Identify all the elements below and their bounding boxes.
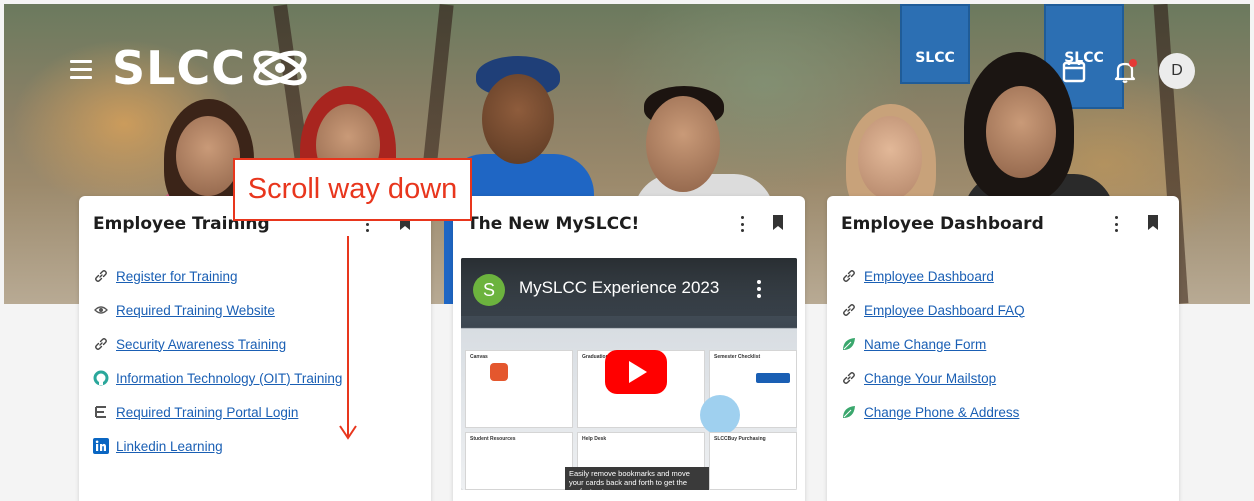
portal-e-icon [93,404,109,420]
card-new-myslcc: The New MySLCC! Canvas Graduation Semest… [453,196,805,501]
badge-icon [93,302,109,318]
card-employee-training: Employee Training Register for Training … [79,196,431,501]
list-item: Information Technology (OIT) Training [93,361,342,395]
user-avatar[interactable]: D [1159,53,1195,89]
video-tile: Student Resources [465,432,573,490]
hero-person [646,96,720,192]
video-tile: Semester Checklist [700,350,797,435]
list-item: Linkedin Learning [93,429,342,463]
link-list: Employee Dashboard Employee Dashboard FA… [841,259,1025,429]
video-tile: SLCCBuy Purchasing [709,432,797,490]
hero-person [482,74,554,164]
arrow-down-icon [339,236,357,440]
youtube-play-button[interactable] [605,350,667,394]
hero-person [858,116,922,200]
link-icon [841,268,857,284]
list-item: Change Phone & Address [841,395,1025,429]
link-training-portal-login[interactable]: Required Training Portal Login [116,405,298,420]
link-employee-dashboard-faq[interactable]: Employee Dashboard FAQ [864,303,1025,318]
hamburger-menu-button[interactable] [70,60,92,80]
portal-page: SLCC SLCC SLCC D Employee Training Regis… [0,0,1254,501]
logo-wordmark: SLCC [112,41,246,95]
video-more-icon[interactable] [757,280,761,298]
link-linkedin-learning[interactable]: Linkedin Learning [116,439,223,454]
hero-person [986,86,1056,178]
notification-dot [1129,59,1137,67]
link-change-mailstop[interactable]: Change Your Mailstop [864,371,996,386]
link-icon [93,336,109,352]
card-menu-button[interactable] [1111,214,1121,234]
card-title: Employee Dashboard [841,214,1044,234]
bookmark-icon[interactable] [1147,215,1159,230]
link-name-change-form[interactable]: Name Change Form [864,337,986,352]
hero-person [176,116,240,196]
scroll-hint-callout: Scroll way down [233,158,472,221]
card-employee-dashboard: Employee Dashboard Employee Dashboard Em… [827,196,1179,501]
link-icon [841,370,857,386]
list-item: Required Training Website [93,293,342,327]
atom-logo-icon [253,50,307,86]
link-register-for-training[interactable]: Register for Training [116,269,238,284]
list-item: Employee Dashboard [841,259,1025,293]
link-security-awareness-training[interactable]: Security Awareness Training [116,337,286,352]
oit-icon [93,370,109,386]
video-title[interactable]: MySLCC Experience 2023 [519,278,719,298]
video-tile: Canvas [465,350,573,428]
channel-avatar[interactable]: S [473,274,505,306]
slcc-logo[interactable]: SLCC [112,40,310,96]
card-title: The New MySLCC! [467,214,640,234]
leaf-icon [841,404,857,420]
hero-banner: SLCC [900,4,970,84]
link-oit-training[interactable]: Information Technology (OIT) Training [116,371,342,386]
link-change-phone-address[interactable]: Change Phone & Address [864,405,1019,420]
list-item: Name Change Form [841,327,1025,361]
link-required-training-website[interactable]: Required Training Website [116,303,275,318]
youtube-video-player[interactable]: Canvas Graduation Semester Checklist Stu… [461,258,797,490]
list-item: Required Training Portal Login [93,395,342,429]
link-icon [841,302,857,318]
list-item: Change Your Mailstop [841,361,1025,395]
list-item: Security Awareness Training [93,327,342,361]
linkedin-icon [93,438,109,454]
link-list: Register for Training Required Training … [93,259,342,463]
video-caption: Easily remove bookmarks and move your ca… [565,467,709,490]
link-employee-dashboard[interactable]: Employee Dashboard [864,269,994,284]
list-item: Register for Training [93,259,342,293]
list-item: Employee Dashboard FAQ [841,293,1025,327]
leaf-icon [841,336,857,352]
calendar-icon[interactable] [1061,58,1087,84]
notification-bell-icon[interactable] [1112,58,1138,84]
card-menu-button[interactable] [737,214,747,234]
link-icon [93,268,109,284]
bookmark-icon[interactable] [772,215,784,230]
canvas-logo-icon [490,363,508,381]
